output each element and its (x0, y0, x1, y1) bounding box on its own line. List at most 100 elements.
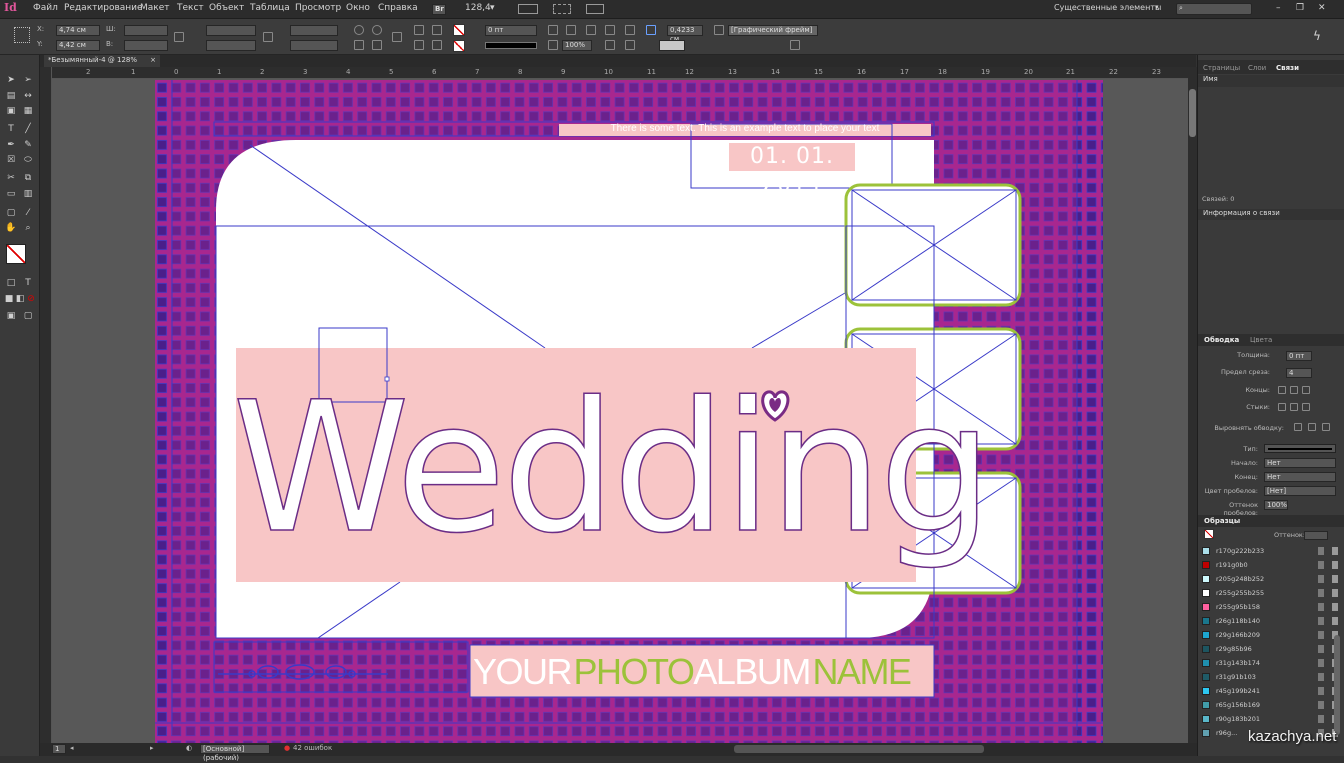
scale-x-field[interactable] (206, 25, 256, 36)
square-cap-icon[interactable] (1302, 386, 1310, 394)
note-tool-icon[interactable]: ▢ (5, 207, 17, 219)
workspace-dropdown-icon[interactable]: ▾ (1155, 3, 1159, 11)
flip-horizontal-icon[interactable] (354, 40, 364, 50)
preview-mode-icon[interactable]: ▢ (22, 310, 34, 322)
swatch-row[interactable]: r170g222b233 (1202, 544, 1340, 558)
offset-field[interactable]: 0,4233 см (667, 25, 703, 43)
fill-frame-icon[interactable] (625, 40, 635, 50)
start-select[interactable]: Нет (1264, 458, 1336, 468)
object-style-icon[interactable] (714, 25, 724, 35)
vertical-scrollbar[interactable] (1188, 67, 1197, 743)
menu-type[interactable]: Текст (177, 3, 204, 13)
zoom-tool-icon[interactable]: ⌕ (22, 222, 34, 234)
swatch-row[interactable]: r191g0b0 (1202, 558, 1340, 572)
reference-point-icon[interactable] (14, 27, 30, 43)
gap-tool-icon[interactable]: ↔ (22, 90, 34, 102)
zoom-level[interactable]: 128,4 (465, 3, 491, 13)
pencil-tool-icon[interactable]: ✎ (22, 139, 34, 151)
text-wrap-icon[interactable] (548, 25, 558, 35)
formatting-text-icon[interactable]: T (22, 277, 34, 289)
end-select[interactable]: Нет (1264, 472, 1336, 482)
menu-window[interactable]: Окно (346, 3, 370, 13)
prev-page-icon[interactable]: ◂ (70, 744, 74, 752)
screen-mode-icon[interactable] (553, 4, 571, 14)
workspace-switcher[interactable]: Существенные элементы (1054, 3, 1161, 12)
pen-tool-icon[interactable]: ✒ (5, 139, 17, 151)
content-placer-icon[interactable]: ▦ (22, 105, 34, 117)
direct-selection-tool-icon[interactable]: ➢ (22, 74, 34, 86)
eyedropper-tool-icon[interactable]: ⁄ (22, 207, 34, 219)
menu-object[interactable]: Объект (209, 3, 244, 13)
selection-tool-icon[interactable]: ➤ (5, 74, 17, 86)
swatch-row[interactable]: r255g95b158 (1202, 600, 1340, 614)
close-button[interactable]: ✕ (1318, 3, 1326, 13)
arrange-documents-icon[interactable] (586, 4, 604, 14)
menu-help[interactable]: Справка (378, 3, 418, 13)
stroke-weight-input[interactable]: 0 пт (1286, 351, 1312, 361)
object-style-dropdown[interactable]: [Графический фрейм] (728, 25, 818, 36)
error-count[interactable]: 42 ошибок (293, 744, 332, 752)
gradient-swatch-tool-icon[interactable]: ▭ (5, 188, 17, 200)
type-tool-icon[interactable]: T (5, 123, 17, 135)
page-tool-icon[interactable]: ▤ (5, 90, 17, 102)
swatch-row[interactable]: r31g91b103 (1202, 670, 1340, 684)
swatch-fill-stroke-icon[interactable] (1204, 529, 1214, 539)
tab-stroke[interactable]: Обводка (1204, 336, 1239, 344)
tagline-text[interactable]: There is some text. This is an example t… (559, 123, 931, 135)
fill-swatch-icon[interactable] (453, 24, 465, 36)
h-field[interactable] (124, 40, 168, 51)
maximize-button[interactable]: ❐ (1296, 3, 1304, 13)
butt-cap-icon[interactable] (1278, 386, 1286, 394)
shear-field[interactable] (290, 40, 338, 51)
auto-fit-icon[interactable] (646, 25, 656, 35)
swatch-row[interactable]: r29g85b96 (1202, 642, 1340, 656)
align-outside-icon[interactable] (1322, 423, 1330, 431)
close-tab-icon[interactable]: × (150, 56, 156, 64)
links-list[interactable] (1198, 87, 1344, 193)
gap-color-select[interactable]: [Нет] (1264, 486, 1336, 496)
tint-input[interactable] (1304, 531, 1328, 540)
document-canvas[interactable]: There is some text. This is an example t… (52, 79, 1188, 743)
gap-tint-input[interactable]: 100% (1264, 500, 1288, 510)
minimize-button[interactable]: – (1276, 3, 1281, 13)
x-field[interactable]: 4,74 см (56, 25, 100, 36)
round-cap-icon[interactable] (1290, 386, 1298, 394)
corner-field[interactable] (659, 40, 685, 51)
menu-layout[interactable]: Макет (140, 3, 170, 13)
preflight-profile[interactable]: [Основной] (рабочий) (200, 744, 270, 762)
constrain-proportions-icon[interactable] (174, 32, 184, 42)
scale-y-field[interactable] (206, 40, 256, 51)
rotate-cw-icon[interactable] (354, 25, 364, 35)
tab-links[interactable]: Связи (1276, 64, 1299, 72)
zoom-dropdown-icon[interactable]: ▾ (490, 3, 495, 13)
rectangle-frame-tool-icon[interactable]: ☒ (5, 154, 17, 166)
fx-icon[interactable] (586, 25, 596, 35)
opacity-icon[interactable] (548, 40, 558, 50)
page-number-field[interactable]: 1 (52, 744, 66, 754)
align-center-icon[interactable] (1294, 423, 1302, 431)
gradient-feather-tool-icon[interactable]: ▥ (22, 188, 34, 200)
menu-file[interactable]: Файл (33, 3, 58, 13)
preflight-icon[interactable]: ◐ (186, 744, 192, 752)
clear-overrides-icon[interactable] (790, 40, 800, 50)
horizontal-ruler[interactable]: 2 1 0 1 2 3 4 5 6 7 8 9 10 11 12 13 14 1… (52, 67, 1188, 79)
select-container-icon[interactable] (414, 25, 424, 35)
date-text[interactable]: 01. 01. 2014 (729, 143, 855, 197)
search-input[interactable]: ⌕ (1176, 3, 1252, 15)
menu-table[interactable]: Таблица (250, 3, 290, 13)
swatch-row[interactable]: r45g199b241 (1202, 684, 1340, 698)
menu-edit[interactable]: Редактирование (64, 3, 143, 13)
flip-vertical-icon[interactable] (372, 40, 382, 50)
miter-join-icon[interactable] (1278, 403, 1286, 411)
select-next-icon[interactable] (432, 40, 442, 50)
tab-swatches[interactable]: Образцы (1204, 517, 1240, 525)
stroke-type-dropdown[interactable] (485, 42, 537, 49)
content-collector-icon[interactable]: ▣ (5, 105, 17, 117)
ellipse-tool-icon[interactable]: ⬭ (22, 154, 34, 166)
center-content-icon[interactable] (605, 40, 615, 50)
fit-content-icon[interactable] (605, 25, 615, 35)
opacity-field[interactable]: 100% (562, 40, 592, 51)
text-wrap-bound-icon[interactable] (566, 25, 576, 35)
stroke-type-select[interactable] (1264, 444, 1336, 453)
link-info-header[interactable]: Информация о связи (1198, 209, 1344, 220)
